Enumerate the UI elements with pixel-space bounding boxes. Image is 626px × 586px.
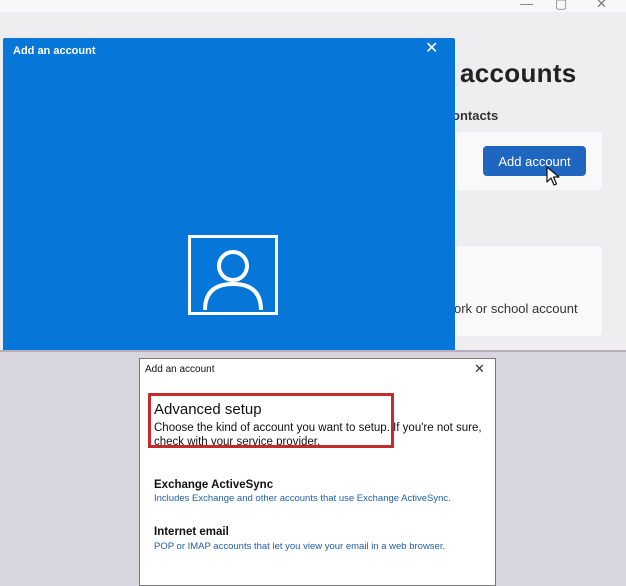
work-school-account-text[interactable]: ork or school account <box>454 301 578 316</box>
maximize-icon[interactable]: ▢ <box>555 0 567 12</box>
page-title: accounts <box>460 58 577 88</box>
screenshot-divider <box>0 350 626 352</box>
close-icon[interactable]: ✕ <box>425 41 438 57</box>
internet-email-title[interactable]: Internet email <box>154 526 229 538</box>
dialog-titlebar: Add an account ✕ <box>140 359 495 381</box>
red-highlight-box <box>148 393 394 448</box>
settings-window-screenshot: — ▢ ✕ accounts ontacts Add account ork o… <box>0 0 626 350</box>
internet-email-description: POP or IMAP accounts that let you view y… <box>154 541 446 552</box>
advanced-setup-dialog: Add an account ✕ Advanced setup Choose t… <box>139 358 496 586</box>
dialog-title: Add an account <box>145 364 215 375</box>
close-icon[interactable]: ✕ <box>474 361 485 377</box>
exchange-activesync-description: Includes Exchange and other accounts tha… <box>154 493 451 504</box>
person-frame <box>188 235 278 315</box>
add-account-dialog-blue: Add an account ✕ <box>3 38 455 350</box>
minimize-icon[interactable]: — <box>520 0 533 11</box>
exchange-activesync-title[interactable]: Exchange ActiveSync <box>154 479 273 491</box>
window-close-icon[interactable]: ✕ <box>596 0 607 12</box>
other-accounts-card <box>440 246 602 336</box>
section-heading: ontacts <box>452 108 499 123</box>
mouse-cursor-icon <box>546 166 560 186</box>
dialog-title: Add an account <box>13 45 96 57</box>
add-account-button[interactable]: Add account <box>483 146 586 176</box>
person-icon <box>203 250 263 311</box>
